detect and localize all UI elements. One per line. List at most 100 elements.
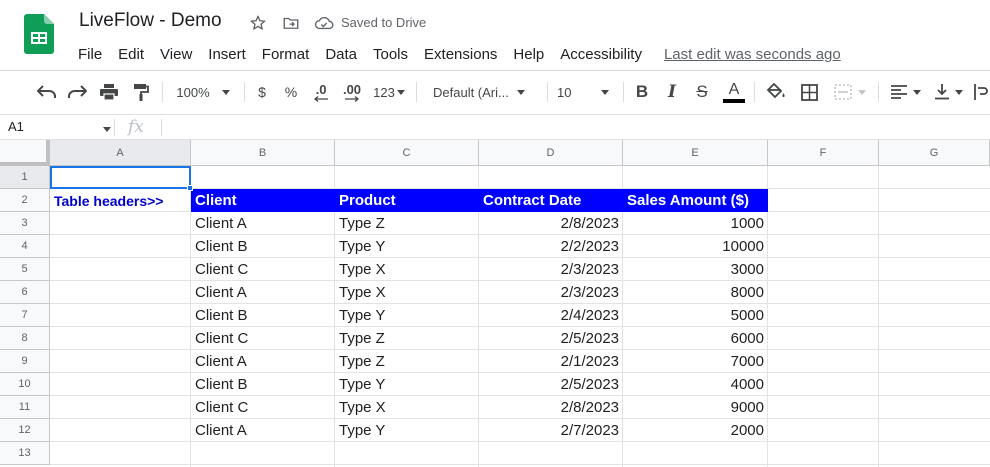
row-header-11[interactable]: 11 — [0, 396, 50, 419]
cell-product[interactable]: Type Y — [335, 373, 479, 396]
row-header-7[interactable]: 7 — [0, 304, 50, 327]
row-header-5[interactable]: 5 — [0, 258, 50, 281]
bold-button[interactable]: B — [630, 71, 654, 113]
cell-sales-amount[interactable]: 10000 — [623, 235, 768, 258]
column-header-a[interactable]: A — [50, 140, 191, 166]
menu-insert[interactable]: Insert — [200, 46, 254, 63]
cell-product[interactable]: Type X — [335, 396, 479, 419]
cell-product[interactable]: Type Y — [335, 304, 479, 327]
active-cell-selection[interactable] — [50, 166, 191, 189]
cell-contract-date[interactable]: 2/4/2023 — [479, 304, 623, 327]
row-header-1[interactable]: 1 — [0, 166, 50, 189]
column-header-e[interactable]: E — [623, 140, 768, 166]
cell-product[interactable]: Type Z — [335, 350, 479, 373]
fill-color-icon[interactable] — [763, 71, 789, 113]
cell-product[interactable]: Type Z — [335, 212, 479, 235]
cell-contract-date[interactable]: 2/7/2023 — [479, 419, 623, 442]
borders-icon[interactable] — [796, 71, 822, 113]
cell-client[interactable]: Client B — [191, 304, 335, 327]
more-formats-select[interactable]: 123 — [370, 71, 408, 113]
move-to-folder-icon[interactable] — [281, 13, 301, 33]
menu-extensions[interactable]: Extensions — [416, 46, 505, 63]
row-header-9[interactable]: 9 — [0, 350, 50, 373]
cell-contract-date[interactable]: 2/3/2023 — [479, 258, 623, 281]
cell-client[interactable]: Client B — [191, 235, 335, 258]
column-header-g[interactable]: G — [879, 140, 990, 166]
currency-format-button[interactable]: $ — [251, 71, 273, 113]
redo-icon[interactable] — [64, 71, 90, 113]
zoom-select[interactable]: 100% — [170, 71, 236, 113]
text-color-button[interactable]: A — [721, 71, 747, 113]
cell-client[interactable]: Client A — [191, 212, 335, 235]
column-header-c[interactable]: C — [335, 140, 479, 166]
undo-icon[interactable] — [34, 71, 60, 113]
strikethrough-button[interactable]: S — [690, 71, 714, 113]
last-edit-link[interactable]: Last edit was seconds ago — [664, 46, 841, 63]
document-title[interactable]: LiveFlow - Demo — [79, 10, 222, 32]
cell-contract-date[interactable]: 2/8/2023 — [479, 396, 623, 419]
row-header-13[interactable]: 13 — [0, 442, 50, 465]
row-header-6[interactable]: 6 — [0, 281, 50, 304]
column-header-b[interactable]: B — [191, 140, 335, 166]
cell-product[interactable]: Type X — [335, 281, 479, 304]
cell-client[interactable]: Client A — [191, 281, 335, 304]
header-sales-amount[interactable]: Sales Amount ($) — [623, 189, 768, 212]
name-box[interactable]: A1 — [8, 119, 24, 134]
menu-accessibility[interactable]: Accessibility — [552, 46, 650, 63]
column-header-f[interactable]: F — [768, 140, 879, 166]
cell-contract-date[interactable]: 2/2/2023 — [479, 235, 623, 258]
menu-view[interactable]: View — [152, 46, 200, 63]
text-wrap-icon[interactable] — [972, 71, 990, 113]
cell-contract-date[interactable]: 2/5/2023 — [479, 327, 623, 350]
menu-file[interactable]: File — [70, 46, 110, 63]
fill-handle[interactable] — [187, 185, 193, 191]
cell-product[interactable]: Type X — [335, 258, 479, 281]
row-header-10[interactable]: 10 — [0, 373, 50, 396]
paint-format-icon[interactable] — [128, 71, 154, 113]
cell-sales-amount[interactable]: 4000 — [623, 373, 768, 396]
menu-edit[interactable]: Edit — [110, 46, 152, 63]
name-box-dropdown-icon[interactable] — [103, 127, 111, 132]
cell-sales-amount[interactable]: 8000 — [623, 281, 768, 304]
cell-product[interactable]: Type Z — [335, 327, 479, 350]
horizontal-align-icon[interactable] — [886, 71, 926, 113]
cell-sales-amount[interactable]: 1000 — [623, 212, 768, 235]
italic-button[interactable]: I — [660, 71, 684, 113]
cell-sales-amount[interactable]: 7000 — [623, 350, 768, 373]
cell-client[interactable]: Client C — [191, 327, 335, 350]
decrease-decimal-button[interactable]: .0 — [308, 71, 334, 113]
vertical-align-icon[interactable] — [930, 71, 968, 113]
sheets-logo-icon[interactable] — [24, 14, 54, 54]
cell-client[interactable]: Client C — [191, 396, 335, 419]
cell-product[interactable]: Type Y — [335, 419, 479, 442]
menu-format[interactable]: Format — [254, 46, 318, 63]
select-all-corner[interactable] — [0, 140, 50, 166]
font-size-select[interactable]: 10 — [552, 71, 618, 113]
menu-tools[interactable]: Tools — [365, 46, 416, 63]
print-icon[interactable] — [96, 71, 122, 113]
cell-contract-date[interactable]: 2/8/2023 — [479, 212, 623, 235]
row-header-8[interactable]: 8 — [0, 327, 50, 350]
cell-sales-amount[interactable]: 9000 — [623, 396, 768, 419]
row-header-12[interactable]: 12 — [0, 419, 50, 442]
spreadsheet-grid[interactable]: A B C D E F G 1 2 3 4 5 6 7 8 9 10 11 12… — [0, 140, 990, 467]
cell-contract-date[interactable]: 2/5/2023 — [479, 373, 623, 396]
row-header-2[interactable]: 2 — [0, 189, 50, 212]
cell-client[interactable]: Client A — [191, 419, 335, 442]
row-header-4[interactable]: 4 — [0, 235, 50, 258]
cell-sales-amount[interactable]: 6000 — [623, 327, 768, 350]
cell-client[interactable]: Client A — [191, 350, 335, 373]
cell-sales-amount[interactable]: 3000 — [623, 258, 768, 281]
cell-client[interactable]: Client C — [191, 258, 335, 281]
font-select[interactable]: Default (Ari... — [426, 71, 542, 113]
cell-sales-amount[interactable]: 2000 — [623, 419, 768, 442]
cell-product[interactable]: Type Y — [335, 235, 479, 258]
cell-sales-amount[interactable]: 5000 — [623, 304, 768, 327]
header-client[interactable]: Client — [191, 189, 335, 212]
percent-format-button[interactable]: % — [280, 71, 302, 113]
cell-client[interactable]: Client B — [191, 373, 335, 396]
merge-cells-icon[interactable] — [829, 71, 871, 113]
menu-data[interactable]: Data — [317, 46, 365, 63]
star-icon[interactable] — [248, 13, 268, 33]
menu-help[interactable]: Help — [505, 46, 552, 63]
